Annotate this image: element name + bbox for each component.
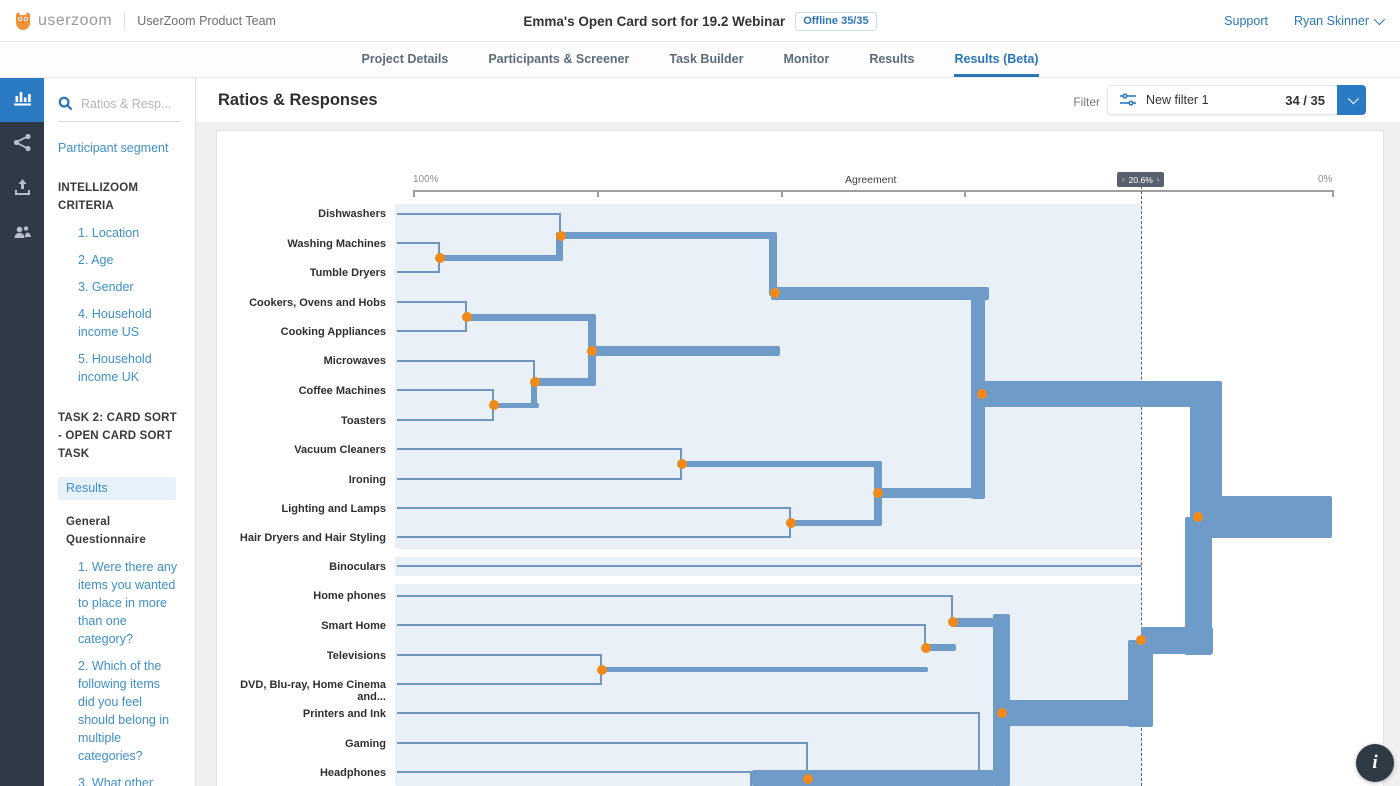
sidebar-item-question[interactable]: 2. Which of the following items did you … bbox=[78, 657, 180, 765]
owl-logo-icon bbox=[14, 11, 32, 31]
sidebar-search[interactable] bbox=[58, 96, 181, 111]
user-name: Ryan Skinner bbox=[1294, 14, 1369, 28]
dendrogram-card bbox=[216, 130, 1384, 786]
criteria-heading: INTELLIZOOM CRITERIA bbox=[58, 179, 181, 215]
rail-item-users-icon[interactable] bbox=[0, 213, 44, 257]
sidebar-item-criteria[interactable]: 1. Location bbox=[78, 224, 184, 242]
rail-item-bar-chart-icon[interactable] bbox=[0, 78, 44, 122]
userzoom-app: userzoom UserZoom Product Team Emma's Op… bbox=[0, 0, 1400, 786]
sidebar-item-criteria[interactable]: 2. Age bbox=[78, 251, 184, 269]
tab-participants-screener[interactable]: Participants & Screener bbox=[488, 42, 629, 77]
sidebar-item-criteria[interactable]: 3. Gender bbox=[78, 278, 184, 296]
filter-dropdown-button[interactable] bbox=[1337, 85, 1366, 115]
filter-count: 34 / 35 bbox=[1285, 93, 1325, 108]
sliders-icon bbox=[1120, 93, 1136, 107]
sidebar-item-results-selected[interactable]: Results bbox=[58, 477, 176, 500]
chevron-down-icon bbox=[1347, 93, 1358, 104]
main-header: Ratios & Responses Filter New filter 1 3… bbox=[196, 78, 1400, 122]
page-title: Ratios & Responses bbox=[218, 91, 378, 110]
chevron-down-icon bbox=[1374, 14, 1385, 25]
rail-item-upload-icon[interactable] bbox=[0, 168, 44, 212]
sidebar-item-criteria[interactable]: 4. Household income US bbox=[78, 305, 184, 341]
criteria-list: 1. Location 2. Age 3. Gender 4. Household i… bbox=[78, 224, 195, 386]
info-button[interactable]: i bbox=[1356, 744, 1394, 782]
upload-icon bbox=[13, 178, 32, 202]
users-icon bbox=[13, 223, 32, 247]
sidebar-item-question[interactable]: 3. What other comments or suggestions do… bbox=[78, 774, 180, 786]
search-icon bbox=[58, 96, 73, 111]
tab-project-details[interactable]: Project Details bbox=[361, 42, 448, 77]
threshold-left-arrow[interactable]: ‹ bbox=[1122, 175, 1125, 184]
divider bbox=[58, 121, 181, 122]
share-icon bbox=[13, 133, 32, 157]
user-menu[interactable]: Ryan Skinner bbox=[1294, 14, 1382, 28]
threshold-value: 20.6% bbox=[1129, 175, 1153, 185]
divider bbox=[124, 11, 125, 31]
team-name: UserZoom Product Team bbox=[137, 14, 276, 28]
status-badge[interactable]: Offline 35/35 bbox=[795, 12, 876, 31]
icon-rail bbox=[0, 78, 44, 786]
filter-name: New filter 1 bbox=[1146, 93, 1285, 107]
filter-selector[interactable]: New filter 1 34 / 35 bbox=[1107, 85, 1337, 115]
userzoom-logo[interactable]: userzoom bbox=[14, 11, 112, 31]
tab-task-builder[interactable]: Task Builder bbox=[669, 42, 743, 77]
support-link[interactable]: Support bbox=[1224, 14, 1268, 28]
sidebar-item-criteria[interactable]: 5. Household income UK bbox=[78, 350, 184, 386]
threshold-right-arrow[interactable]: › bbox=[1157, 175, 1160, 184]
tab-monitor[interactable]: Monitor bbox=[783, 42, 829, 77]
rail-item-share-icon[interactable] bbox=[0, 123, 44, 167]
filter-label: Filter bbox=[1073, 95, 1100, 109]
task-heading: TASK 2: CARD SORT - OPEN CARD SORT TASK bbox=[58, 409, 184, 463]
tab-results[interactable]: Results bbox=[869, 42, 914, 77]
sidebar-item-question[interactable]: 1. Were there any items you wanted to pl… bbox=[78, 558, 180, 648]
logo-wordmark: userzoom bbox=[38, 12, 112, 30]
sidebar-item-participant-segment[interactable]: Participant segment bbox=[58, 141, 181, 155]
question-list: 1. Were there any items you wanted to pl… bbox=[78, 558, 195, 786]
results-sidebar: Participant segment INTELLIZOOM CRITERIA… bbox=[44, 78, 196, 786]
threshold-slider[interactable]: ‹ 20.6% › bbox=[1117, 172, 1164, 187]
project-title: Emma's Open Card sort for 19.2 Webinar bbox=[523, 14, 785, 29]
bar-chart-icon bbox=[13, 88, 32, 112]
questionnaire-heading: General Questionnaire bbox=[66, 513, 178, 549]
top-bar: userzoom UserZoom Product Team Emma's Op… bbox=[0, 0, 1400, 42]
search-input[interactable] bbox=[81, 97, 181, 111]
tab-bar: Project Details Participants & Screener Ta… bbox=[0, 42, 1400, 78]
tab-results-beta-[interactable]: Results (Beta) bbox=[954, 42, 1038, 77]
